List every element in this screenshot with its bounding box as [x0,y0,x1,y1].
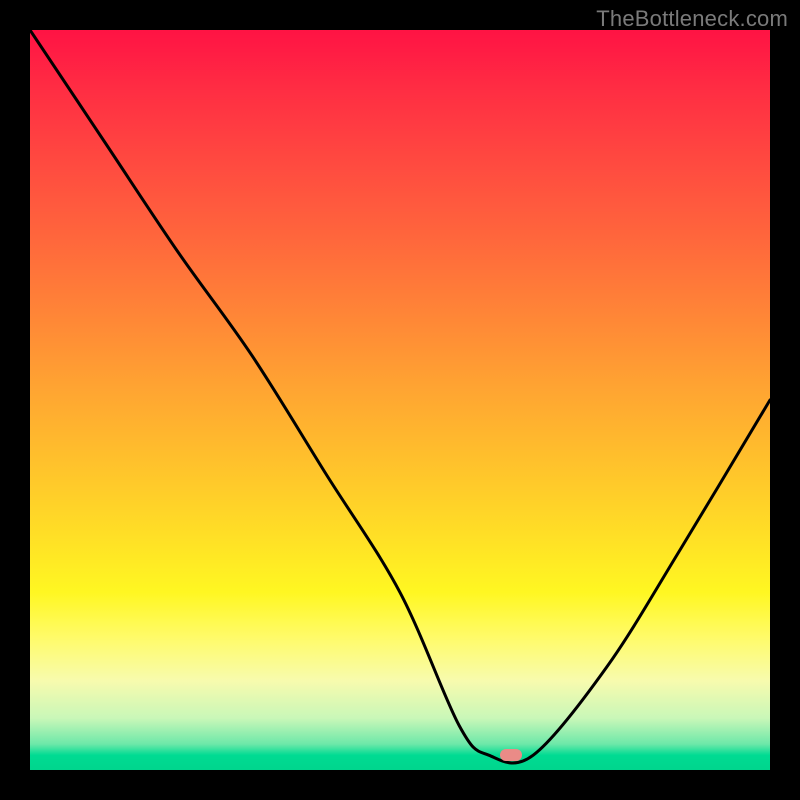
plot-area [30,30,770,770]
bottleneck-curve [30,30,770,770]
chart-frame: TheBottleneck.com [0,0,800,800]
watermark-label: TheBottleneck.com [596,6,788,32]
optimal-point-marker [500,749,522,761]
